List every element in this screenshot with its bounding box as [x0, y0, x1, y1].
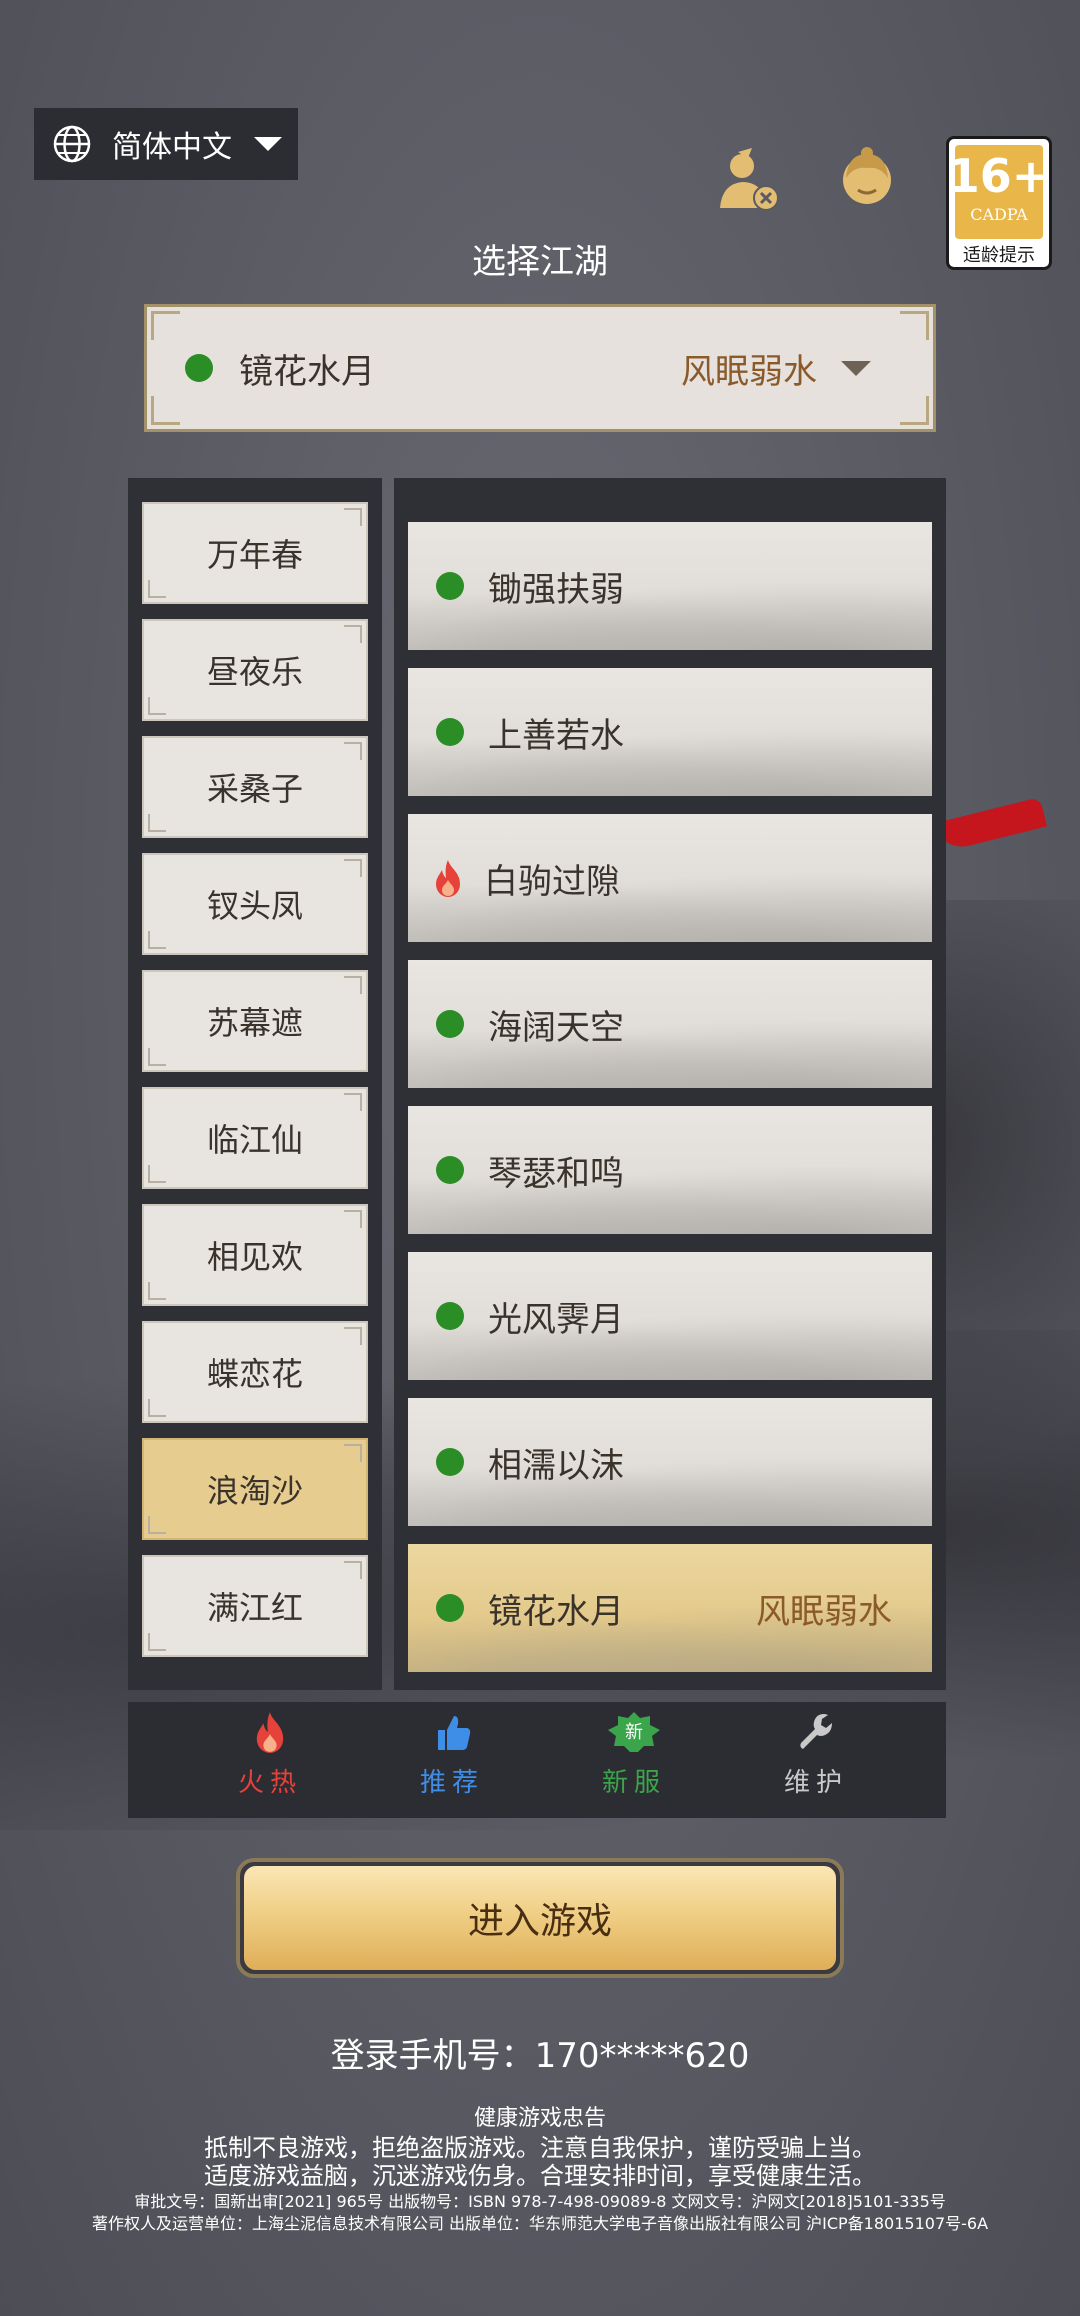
selected-server-name: 镜花水月: [239, 351, 375, 392]
category-label: 蝶恋花: [206, 1355, 303, 1393]
globe-icon: [53, 125, 91, 163]
legend-hot: 火热: [210, 1710, 330, 1810]
corner-ornament: [900, 396, 929, 425]
legend-maintenance-label: 维护: [783, 1768, 848, 1798]
legend-recommend: 推荐: [392, 1710, 512, 1810]
fire-icon: [436, 860, 460, 897]
category-label: 满江红: [206, 1589, 303, 1627]
category-label: 万年春: [206, 536, 303, 574]
server-name: 白驹过隙: [484, 861, 620, 902]
category-label: 钗头凤: [206, 887, 303, 925]
enter-game-button[interactable]: 进入游戏: [236, 1858, 844, 1978]
server-item[interactable]: 锄强扶弱: [408, 522, 932, 650]
legend-new-label: 新服: [601, 1768, 666, 1798]
server-name: 琴瑟和鸣: [488, 1153, 624, 1194]
status-dot-icon: [436, 718, 464, 746]
category-label: 浪淘沙: [206, 1472, 303, 1510]
status-dot-icon: [436, 1156, 464, 1184]
category-item[interactable]: 采桑子: [142, 736, 368, 838]
new-badge-text: 新: [625, 1722, 643, 1743]
enter-game-label: 进入游戏: [244, 1866, 836, 1970]
landscape-decoration: [408, 1310, 932, 1380]
server-name: 海阔天空: [488, 1007, 624, 1048]
server-item[interactable]: 相濡以沫: [408, 1398, 932, 1526]
category-item[interactable]: 万年春: [142, 502, 368, 604]
server-item-active[interactable]: 镜花水月 风眠弱水: [408, 1544, 932, 1672]
server-name: 光风霁月: [488, 1299, 624, 1340]
landscape-decoration: [408, 1456, 932, 1526]
age-rating-number: 16+: [947, 149, 1051, 203]
copyright-info: 著作权人及运营单位：上海尘泥信息技术有限公司 出版单位：华东师范大学电子音像出版…: [91, 2214, 989, 2233]
server-item[interactable]: 海阔天空: [408, 960, 932, 1088]
wrench-icon: [800, 1714, 832, 1749]
category-label: 采桑子: [206, 770, 303, 808]
thumbs-up-icon: [438, 1716, 471, 1750]
age-rating-org: CADPA: [970, 205, 1028, 224]
status-dot-icon: [436, 572, 464, 600]
server-name: 上善若水: [488, 715, 624, 756]
health-notice-line: 适度游戏益脑，沉迷游戏伤身。合理安排时间，享受健康生活。: [204, 2162, 876, 2190]
background-red-ribbon: [933, 797, 1047, 853]
legend-recommend-label: 推荐: [419, 1768, 484, 1798]
language-label: 简体中文: [112, 130, 232, 165]
landscape-decoration: [408, 1018, 932, 1088]
chevron-down-icon: [254, 137, 282, 151]
login-phone: 登录手机号：170*****620: [330, 2036, 750, 2076]
corner-ornament: [151, 396, 180, 425]
status-dot-icon: [436, 1448, 464, 1476]
status-dot-icon: [185, 354, 213, 382]
server-item[interactable]: 光风霁月: [408, 1252, 932, 1380]
category-item[interactable]: 苏幕遮: [142, 970, 368, 1072]
license-info: 审批文号：国新出审[2021] 965号 出版物号：ISBN 978-7-498…: [134, 2192, 946, 2211]
category-item[interactable]: 钗头凤: [142, 853, 368, 955]
category-list: 万年春 昼夜乐 采桑子 钗头凤 苏幕遮 临江仙 相见欢 蝶恋花 浪淘沙 满江红: [128, 478, 382, 1690]
legend-maintenance: 维护: [756, 1710, 876, 1810]
corner-ornament: [900, 311, 929, 340]
category-label: 相见欢: [206, 1238, 303, 1276]
category-item-active[interactable]: 浪淘沙: [142, 1438, 368, 1540]
category-item[interactable]: 相见欢: [142, 1204, 368, 1306]
status-legend: 火热 推荐 新 新服 维护: [128, 1702, 946, 1818]
legend-new: 新 新服: [574, 1710, 694, 1810]
server-name: 锄强扶弱: [488, 569, 624, 610]
corner-ornament: [151, 311, 180, 340]
server-item[interactable]: 白驹过隙: [408, 814, 932, 942]
server-item[interactable]: 上善若水: [408, 668, 932, 796]
server-name: 相濡以沫: [488, 1445, 624, 1486]
server-group: 风眠弱水: [756, 1591, 892, 1632]
selected-server-dropdown[interactable]: 镜花水月 风眠弱水: [144, 304, 936, 432]
fire-icon: [256, 1712, 284, 1753]
server-list: 锄强扶弱 上善若水 白驹过隙 海阔天空 琴瑟和鸣 光风霁月 相濡以沫 镜花水月: [394, 478, 946, 1690]
server-name: 镜花水月: [488, 1591, 624, 1632]
server-item[interactable]: 琴瑟和鸣: [408, 1106, 932, 1234]
status-dot-icon: [436, 1302, 464, 1330]
customer-service-icon[interactable]: [832, 144, 902, 214]
category-item[interactable]: 蝶恋花: [142, 1321, 368, 1423]
account-switch-icon[interactable]: [712, 144, 782, 214]
category-label: 临江仙: [206, 1121, 303, 1159]
legend-hot-label: 火热: [237, 1768, 302, 1798]
category-item[interactable]: 昼夜乐: [142, 619, 368, 721]
status-dot-icon: [436, 1594, 464, 1622]
landscape-decoration: [408, 726, 932, 796]
landscape-decoration: [408, 580, 932, 650]
language-selector[interactable]: 简体中文: [34, 108, 298, 180]
new-badge-icon: 新: [608, 1712, 660, 1752]
category-label: 昼夜乐: [206, 653, 303, 691]
selected-server-group: 风眠弱水: [681, 351, 817, 392]
page-title: 选择江湖: [472, 242, 608, 282]
category-item[interactable]: 满江红: [142, 1555, 368, 1657]
status-dot-icon: [436, 1010, 464, 1038]
category-item[interactable]: 临江仙: [142, 1087, 368, 1189]
landscape-decoration: [408, 1164, 932, 1234]
category-label: 苏幕遮: [206, 1004, 303, 1042]
chevron-down-icon: [841, 360, 871, 376]
